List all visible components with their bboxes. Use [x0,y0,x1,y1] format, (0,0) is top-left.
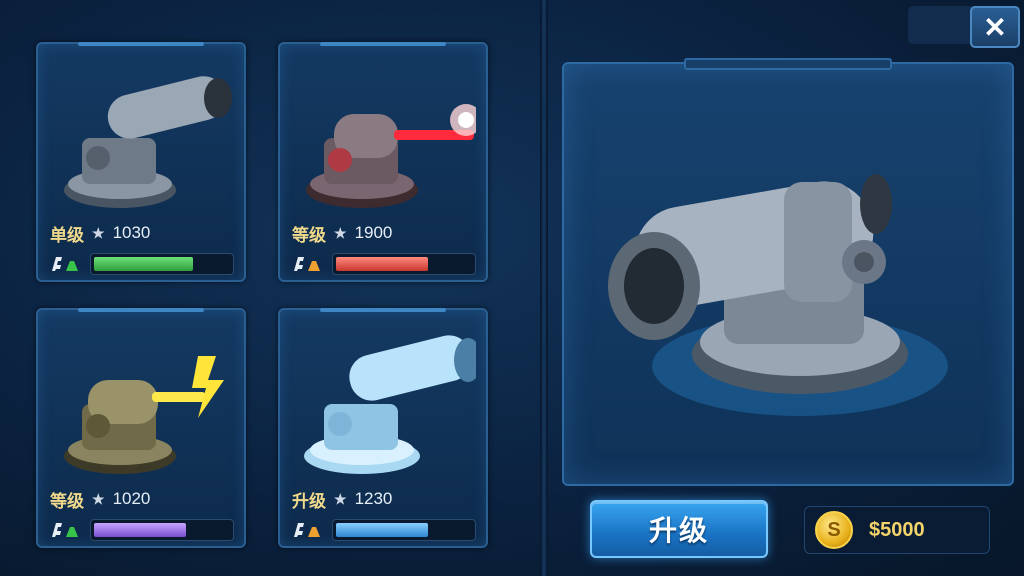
tower-stat-icon [294,523,320,537]
laser-cannon-icon [306,104,476,208]
upgrade-label: 升级 [648,515,709,546]
card-rating: 1020 [112,489,151,508]
ice-cannon-icon [304,335,476,474]
currency-display: S $5000 [804,506,990,554]
card-label: 等级 [50,491,84,511]
cannon-preview-icon [608,174,948,416]
card-label: 升级 [292,491,326,511]
tower-detail-panel [562,58,1014,486]
star-icon: ★ [334,224,347,241]
tower-card-steel[interactable]: 单级 ★ 1030 [36,42,246,282]
star-icon: ★ [334,490,347,507]
upgrade-progress-bar [90,253,234,275]
card-rating: 1900 [354,223,393,242]
star-icon: ★ [92,490,105,507]
tower-stat-icon [52,523,78,537]
card-rating: 1030 [112,223,151,242]
tower-stat-icon [294,257,320,271]
lightning-cannon-icon [64,356,224,474]
card-rating: 1230 [354,489,393,508]
card-label: 等级 [292,225,326,245]
panel-divider [540,0,548,576]
coin-icon: S [815,511,853,549]
tower-card-lightning[interactable]: 等级 ★ 1020 [36,308,246,548]
close-icon: ✕ [983,11,1007,43]
tower-stat-icon [52,257,78,271]
coin-glyph: S [827,518,841,541]
upgrade-progress-bar [90,519,234,541]
upgrade-progress-bar [332,519,476,541]
cannon-steel-icon [64,76,232,208]
money-amount: $5000 [869,518,925,541]
upgrade-progress-bar [332,253,476,275]
tower-card-laser[interactable]: 等级 ★ 1900 [278,42,488,282]
card-label: 单级 [50,225,84,245]
close-button[interactable]: ✕ [970,6,1020,48]
upgrade-button[interactable]: 升级 [590,500,768,558]
star-icon: ★ [92,224,105,241]
tower-card-ice[interactable]: 升级 ★ 1230 [278,308,488,548]
